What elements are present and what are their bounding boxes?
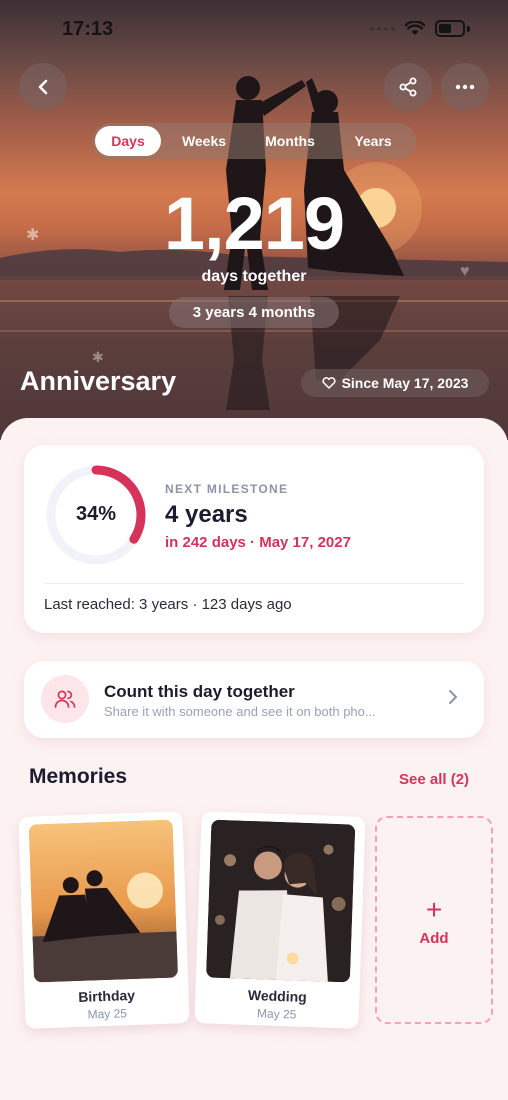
people-icon bbox=[54, 690, 76, 708]
since-badge: Since May 17, 2023 bbox=[301, 369, 489, 397]
svg-text:✱: ✱ bbox=[92, 349, 104, 365]
share-button[interactable] bbox=[384, 63, 432, 111]
share-subtitle: Share it with someone and see it on both… bbox=[104, 704, 376, 719]
memory-date: May 25 bbox=[256, 1006, 297, 1022]
since-text: Since May 17, 2023 bbox=[341, 375, 469, 391]
add-memory-button[interactable]: + Add bbox=[375, 816, 493, 1024]
memory-card-wedding[interactable]: Wedding May 25 bbox=[194, 811, 366, 1029]
day-count: 1,219 bbox=[163, 182, 345, 265]
unit-tabs: Days Weeks Months Years bbox=[92, 123, 416, 159]
add-label: Add bbox=[419, 930, 449, 947]
status-icons bbox=[370, 20, 470, 37]
wifi-icon bbox=[405, 21, 425, 35]
milestone-subtitle: in 242 days · May 17, 2027 bbox=[165, 534, 351, 551]
memories-heading: Memories bbox=[29, 765, 128, 788]
memory-caption: Birthday bbox=[77, 986, 136, 1005]
day-count-label: days together bbox=[201, 268, 307, 285]
plus-icon: + bbox=[425, 894, 443, 925]
status-time: 17:13 bbox=[62, 18, 114, 40]
memory-caption: Wedding bbox=[247, 986, 308, 1005]
memory-card-birthday[interactable]: Birthday May 25 bbox=[18, 811, 190, 1029]
event-title: Anniversary bbox=[20, 366, 177, 396]
milestone-kicker: NEXT MILESTONE bbox=[165, 482, 289, 496]
milestone-title: 4 years bbox=[165, 501, 248, 528]
people-icon-badge bbox=[41, 675, 89, 723]
status-bar: 17:13 bbox=[0, 0, 508, 60]
milestone-card: 34% NEXT MILESTONE 4 years in 242 days ·… bbox=[24, 445, 484, 633]
heart-icon bbox=[321, 377, 336, 389]
see-all-link[interactable]: See all (2) bbox=[399, 771, 469, 788]
tab-months[interactable]: Months bbox=[247, 126, 333, 156]
progress-percent: 34% bbox=[75, 503, 117, 525]
hero-header: ✱ ✱ ♥ 17:13 Days Weeks Months Years 1,21… bbox=[0, 0, 508, 440]
memory-photo bbox=[28, 819, 179, 983]
memory-date: May 25 bbox=[87, 1006, 128, 1022]
memory-photo bbox=[205, 819, 356, 983]
tab-days[interactable]: Days bbox=[95, 126, 161, 156]
chevron-right-icon bbox=[449, 690, 457, 704]
duration-pill: 3 years 4 months bbox=[169, 297, 339, 328]
back-button[interactable] bbox=[19, 63, 67, 111]
tab-weeks[interactable]: Weeks bbox=[161, 126, 247, 156]
tab-years[interactable]: Years bbox=[333, 126, 413, 156]
chevron-left-icon bbox=[38, 79, 48, 95]
more-button[interactable] bbox=[441, 63, 489, 111]
share-title: Count this day together bbox=[104, 682, 295, 701]
more-icon bbox=[455, 84, 475, 90]
signal-icon bbox=[370, 26, 395, 31]
battery-cap bbox=[467, 25, 470, 32]
last-reached: Last reached: 3 years · 123 days ago bbox=[44, 596, 292, 613]
divider bbox=[44, 583, 464, 584]
share-together-row[interactable]: Count this day together Share it with so… bbox=[24, 661, 484, 738]
battery-icon bbox=[435, 20, 465, 37]
share-icon bbox=[399, 77, 417, 97]
